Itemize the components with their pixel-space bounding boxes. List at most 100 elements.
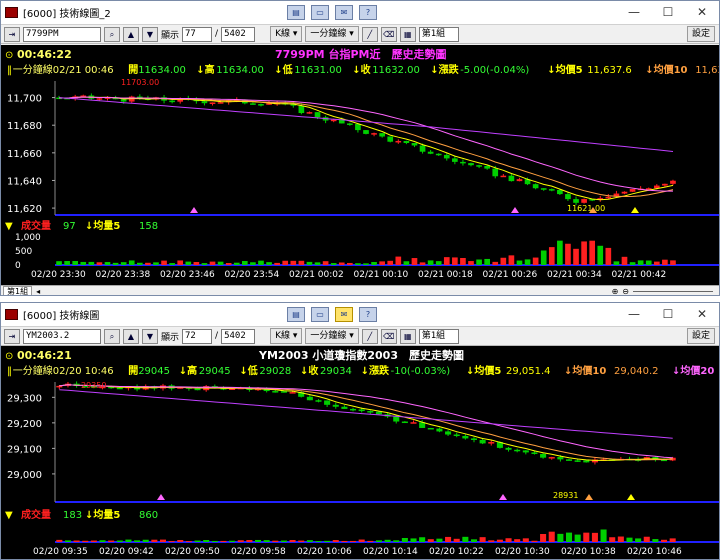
chart-kind-dropdown[interactable]: K線 ▾ [270,26,303,42]
price-chart: ⊙ 00:46:22 7799PM 台指PM近 歷史走勢圖 ‖ 一分鐘線 02/21 0… [1,45,719,285]
mail-icon[interactable]: ✉ [335,5,353,20]
volume-bar [290,260,297,265]
close-button[interactable]: ✕ [685,1,719,24]
volume-bar [652,539,659,542]
volume-ma-value: 860 [139,510,158,521]
candle-body [492,168,499,177]
volume-bar [314,262,321,265]
search-icon[interactable]: ⌕ [104,328,120,344]
mail-icon[interactable]: ✉ [335,307,353,322]
symbol-input[interactable]: 7799PM [23,26,101,42]
signal-triangle [190,207,198,213]
volume-bar [468,261,474,265]
line-tool-icon[interactable]: ╱ [361,328,378,344]
volume-bar [670,260,676,265]
candle-body [332,404,339,407]
volume-bar [557,533,564,542]
display-count-input[interactable]: 72 [182,328,213,344]
chart-kind-dropdown[interactable]: K線 ▾ [270,328,303,344]
maximize-button[interactable]: ☐ [651,303,685,326]
volume-bar [583,532,590,542]
volume-bar [169,263,175,265]
eraser-icon[interactable]: ⌫ [380,26,397,42]
x-tick-label: 02/20 23:38 [96,270,151,280]
price-chart: ⊙ 00:46:21 YM2003 小道瓊指數2003 歷史走勢圖 ‖ 一分鐘線 02/… [1,346,719,559]
volume-bar [643,536,650,542]
x-tick-label: 02/20 09:58 [231,547,286,557]
volume-bar [505,538,512,542]
volume-bar [436,538,443,542]
group-select[interactable]: 第1組 [418,328,459,344]
arrow-up-icon[interactable]: ▲ [123,26,139,42]
scroll-left-icon[interactable]: ◂ [36,287,40,295]
info-field: ↓收 [300,364,318,377]
layout-icon[interactable]: ▤ [287,5,305,20]
info-field: ↓均價20 [672,364,714,377]
volume-bar [332,540,339,542]
volume-bar [64,540,71,542]
volume-bar [653,261,660,265]
candle-body [479,440,486,444]
volume-bar [142,539,149,542]
signal-triangle [499,494,507,500]
info-field: ↓均價10 [564,364,606,377]
info-field: -5.00(-0.04%) [460,65,529,76]
close-button[interactable]: ✕ [685,303,719,326]
chart-title: YM2003 小道瓊指數2003 歷史走勢圖 [258,348,464,362]
volume-bar [289,540,296,542]
grid-icon[interactable]: ▦ [399,26,416,42]
window-icon[interactable]: ▭ [311,5,329,20]
zoom-in-icon[interactable]: ⊕ [612,287,619,295]
grid-icon[interactable]: ▦ [399,328,416,344]
minimize-button[interactable]: — [617,303,651,326]
group-select[interactable]: 第1組 [418,26,459,42]
layout-icon[interactable]: ▤ [287,307,305,322]
minimize-button[interactable]: — [617,1,651,24]
ma5-line [58,96,674,201]
period-dropdown[interactable]: 一分鐘線 ▾ [305,26,359,42]
link-icon[interactable]: ⇥ [4,328,20,344]
candle-body [605,196,612,199]
chart-svg: ⊙ 00:46:22 7799PM 台指PM近 歷史走勢圖 ‖ 一分鐘線 02/21 0… [1,45,719,280]
settings-button[interactable]: 設定 [686,26,715,42]
info-field: 開 [128,365,138,377]
volume-bar [470,539,478,542]
candle-body [403,140,410,143]
display-count-input[interactable]: 77 [182,26,213,42]
window-icon[interactable]: ▭ [311,307,329,322]
candle-body [330,119,337,122]
help-icon[interactable]: ? [359,5,377,20]
candle-body [484,165,490,169]
volume-bar [99,540,106,542]
period-dropdown[interactable]: 一分鐘線 ▾ [305,328,359,344]
x-tick-label: 02/20 09:50 [165,547,220,557]
period-label: 一分鐘線 [310,331,347,341]
volume-bar [64,261,70,265]
volume-bar [548,247,555,265]
info-field: 29028 [259,366,291,377]
group-tab[interactable]: 第1組 [3,286,33,295]
volume-bar [151,539,158,542]
eraser-icon[interactable]: ⌫ [380,328,397,344]
info-field: ↓漲跌 [430,63,459,76]
candle-body [488,442,495,444]
zoom-slider[interactable] [633,291,713,292]
settings-button[interactable]: 設定 [686,328,715,344]
volume-bar [443,257,450,265]
info-field: 11634.00 [138,65,186,76]
chart-kind-label: K線 [275,331,290,341]
symbol-input[interactable]: YM2003.2 [23,328,101,344]
arrow-up-icon[interactable]: ▲ [123,328,139,344]
arrow-down-icon[interactable]: ▼ [142,26,158,42]
link-icon[interactable]: ⇥ [4,26,20,42]
arrow-down-icon[interactable]: ▼ [142,328,158,344]
zoom-out-icon[interactable]: ⊖ [622,287,629,295]
info-field: ↓漲跌 [361,364,390,377]
maximize-button[interactable]: ☐ [651,1,685,24]
line-tool-icon[interactable]: ╱ [361,26,378,42]
search-icon[interactable]: ⌕ [104,26,120,42]
volume-bar [358,539,365,542]
y-tick-label: 11,680 [7,121,42,132]
help-icon[interactable]: ? [359,307,377,322]
candle-body [96,98,103,100]
